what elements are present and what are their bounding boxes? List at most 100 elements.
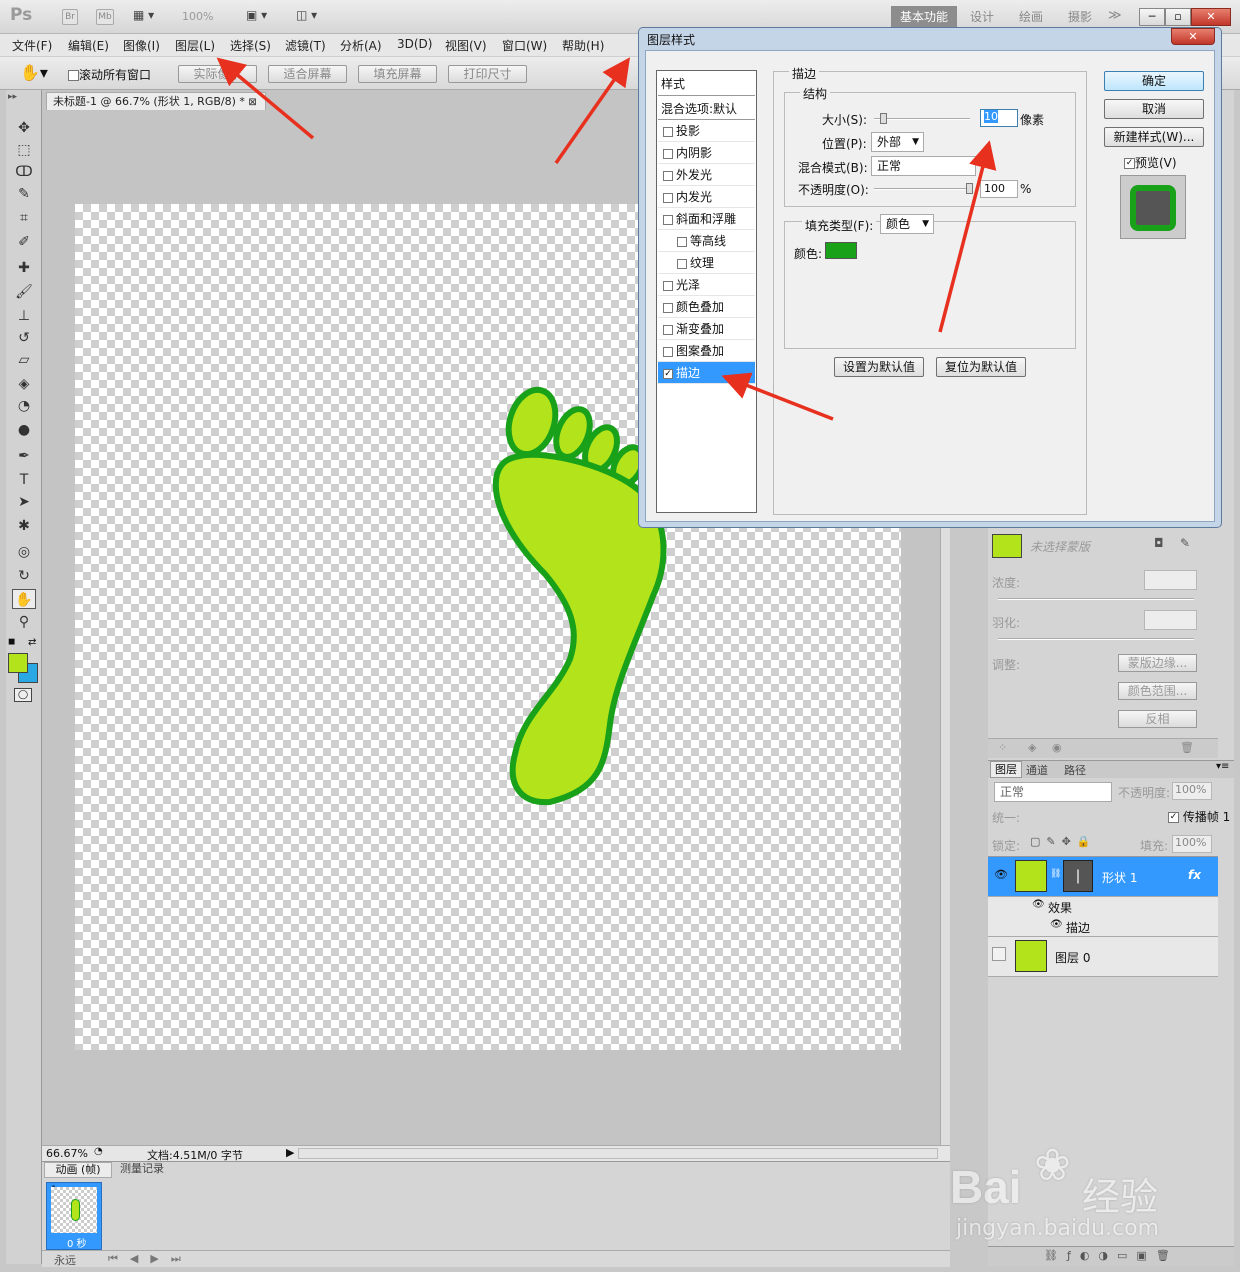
fill-screen-button[interactable]: 填充屏幕 <box>358 65 437 83</box>
style-item-12[interactable]: ✓ 描边 <box>658 362 755 384</box>
status-menu-arrow-icon[interactable]: ▶ <box>286 1146 294 1159</box>
menu-select[interactable]: 选择(S) <box>230 37 271 54</box>
paint-bucket-icon[interactable]: ◈ <box>12 374 36 394</box>
style-checkbox[interactable] <box>663 280 673 291</box>
actual-pixels-button[interactable]: 实际像素 <box>178 65 257 83</box>
eye-icon[interactable]: 👁 <box>1050 919 1063 930</box>
tab-layers[interactable]: 图层 <box>990 761 1022 778</box>
style-list-header[interactable]: 样式 <box>658 72 755 96</box>
fill-type-select[interactable]: 颜色 ▼ <box>880 214 934 234</box>
set-default-button[interactable]: 设置为默认值 <box>834 357 924 377</box>
new-style-button[interactable]: 新建样式(W)... <box>1104 127 1204 147</box>
layer-opacity-input[interactable]: 100% <box>1172 782 1212 800</box>
playback-buttons-icon[interactable]: ⏮◀▶⏭ <box>108 1252 193 1266</box>
maximize-button[interactable]: ▫ <box>1165 8 1191 26</box>
preview-checkbox[interactable]: ✓ <box>1124 158 1135 169</box>
pen-tool-icon[interactable]: ✒ <box>12 446 36 466</box>
opacity-input[interactable]: 100 <box>980 180 1018 198</box>
style-item-1[interactable]: 投影 <box>658 120 755 142</box>
frame-delay[interactable]: 0 秒 <box>67 1235 87 1250</box>
layer-row-layer0[interactable]: 图层 0 <box>988 937 1218 977</box>
workspace-essentials[interactable]: 基本功能 <box>891 6 957 28</box>
menu-help[interactable]: 帮助(H) <box>562 37 604 54</box>
style-item-0[interactable]: 混合选项:默认 <box>658 98 755 120</box>
healing-tool-icon[interactable]: ✚ <box>12 258 36 278</box>
lasso-tool-icon[interactable]: ↀ <box>12 162 36 182</box>
collapse-icon[interactable]: ▸▸ <box>8 92 17 102</box>
minimize-button[interactable]: ─ <box>1139 8 1165 26</box>
load-selection-icon[interactable]: ⁘ <box>998 741 1007 754</box>
layer-name[interactable]: 图层 0 <box>1055 949 1090 966</box>
quick-mask-icon[interactable]: ◯ <box>14 688 32 702</box>
feather-slider[interactable] <box>998 638 1194 640</box>
burn-tool-icon[interactable]: ● <box>12 420 36 440</box>
style-checkbox[interactable] <box>663 126 673 137</box>
eye-icon[interactable]: 👁 <box>1032 899 1045 910</box>
path-select-icon[interactable]: ➤ <box>12 492 36 512</box>
print-size-button[interactable]: 打印尺寸 <box>448 65 527 83</box>
minibridge-button[interactable]: Mb <box>96 9 114 25</box>
style-item-7[interactable]: 纹理 <box>658 252 755 274</box>
3d-orbit-icon[interactable]: ↻ <box>12 566 36 586</box>
size-slider-thumb[interactable] <box>880 113 887 124</box>
scroll-all-windows[interactable]: 滚动所有窗口 <box>68 66 151 83</box>
style-item-11[interactable]: 图案叠加 <box>658 340 755 362</box>
mask-edge-button[interactable]: 蒙版边缘... <box>1118 654 1197 672</box>
layer-name[interactable]: 形状 1 <box>1102 869 1137 886</box>
crop-tool-icon[interactable]: ⌗ <box>12 208 36 228</box>
quick-select-tool-icon[interactable]: ✎ <box>12 184 36 204</box>
menu-layer[interactable]: 图层(L) <box>175 37 215 54</box>
scroll-all-checkbox[interactable] <box>68 70 79 81</box>
style-item-2[interactable]: 内阴影 <box>658 142 755 164</box>
cancel-button[interactable]: 取消 <box>1104 99 1204 119</box>
stroke-color-swatch[interactable] <box>825 242 857 259</box>
style-checkbox[interactable] <box>677 258 687 269</box>
shape-tool-icon[interactable]: ✱ <box>12 516 36 536</box>
close-tab-icon[interactable]: ⊠ <box>248 97 256 108</box>
style-checkbox[interactable] <box>677 236 687 247</box>
ok-button[interactable]: 确定 <box>1104 71 1204 91</box>
color-range-button[interactable]: 颜色范围... <box>1118 682 1197 700</box>
layer-blend-select[interactable]: 正常 <box>994 782 1112 802</box>
feather-input[interactable] <box>1144 610 1197 630</box>
move-tool-icon[interactable]: ✥ <box>12 118 36 138</box>
style-item-10[interactable]: 渐变叠加 <box>658 318 755 340</box>
style-checkbox[interactable] <box>663 170 673 181</box>
menu-filter[interactable]: 滤镜(T) <box>285 37 326 54</box>
tab-measurement[interactable]: 测量记录 <box>114 1162 170 1178</box>
brush-tool-icon[interactable]: 🖌 <box>12 282 36 302</box>
style-checkbox[interactable] <box>663 214 673 225</box>
style-item-9[interactable]: 颜色叠加 <box>658 296 755 318</box>
propagate-checkbox[interactable]: ✓ <box>1168 812 1179 823</box>
tab-paths[interactable]: 路径 <box>1064 762 1086 778</box>
bridge-button[interactable]: Br <box>62 9 78 25</box>
style-item-4[interactable]: 内发光 <box>658 186 755 208</box>
menu-window[interactable]: 窗口(W) <box>502 37 547 54</box>
style-checkbox[interactable] <box>663 324 673 335</box>
workspace-photography[interactable]: 摄影 <box>1060 6 1100 28</box>
size-input[interactable]: 10 <box>980 109 1018 127</box>
fit-screen-button[interactable]: 适合屏幕 <box>268 65 347 83</box>
eraser-tool-icon[interactable]: ▱ <box>12 350 36 370</box>
workspace-painting[interactable]: 绘画 <box>1008 6 1054 28</box>
eye-icon[interactable]: 👁 <box>994 868 1008 881</box>
loop-select[interactable]: 永远 <box>54 1252 76 1268</box>
menu-edit[interactable]: 编辑(E) <box>68 37 109 54</box>
stroke-effect-row[interactable]: 👁 描边 <box>988 917 1218 937</box>
close-button[interactable]: ✕ <box>1191 8 1231 26</box>
horizontal-scrollbar[interactable] <box>298 1148 938 1159</box>
eyedropper-tool-icon[interactable]: ✐ <box>12 232 36 252</box>
dialog-close-button[interactable]: ✕ <box>1171 28 1215 45</box>
opacity-slider-thumb[interactable] <box>966 183 973 194</box>
default-colors-icon[interactable]: ◼ <box>8 637 15 647</box>
pixel-mask-icon[interactable]: ◘ <box>1154 536 1164 550</box>
vector-mask-icon[interactable]: ✎ <box>1180 536 1190 550</box>
effects-row[interactable]: 👁 效果 <box>988 897 1218 917</box>
style-item-3[interactable]: 外发光 <box>658 164 755 186</box>
style-checkbox[interactable] <box>663 192 673 203</box>
invert-button[interactable]: 反相 <box>1118 710 1197 728</box>
history-brush-icon[interactable]: ↺ <box>12 328 36 348</box>
panel-menu-icon[interactable]: ▾≡ <box>1216 761 1229 772</box>
blend-mode-select[interactable]: 正常 <box>871 156 976 176</box>
tab-animation[interactable]: 动画 (帧) <box>44 1162 112 1178</box>
